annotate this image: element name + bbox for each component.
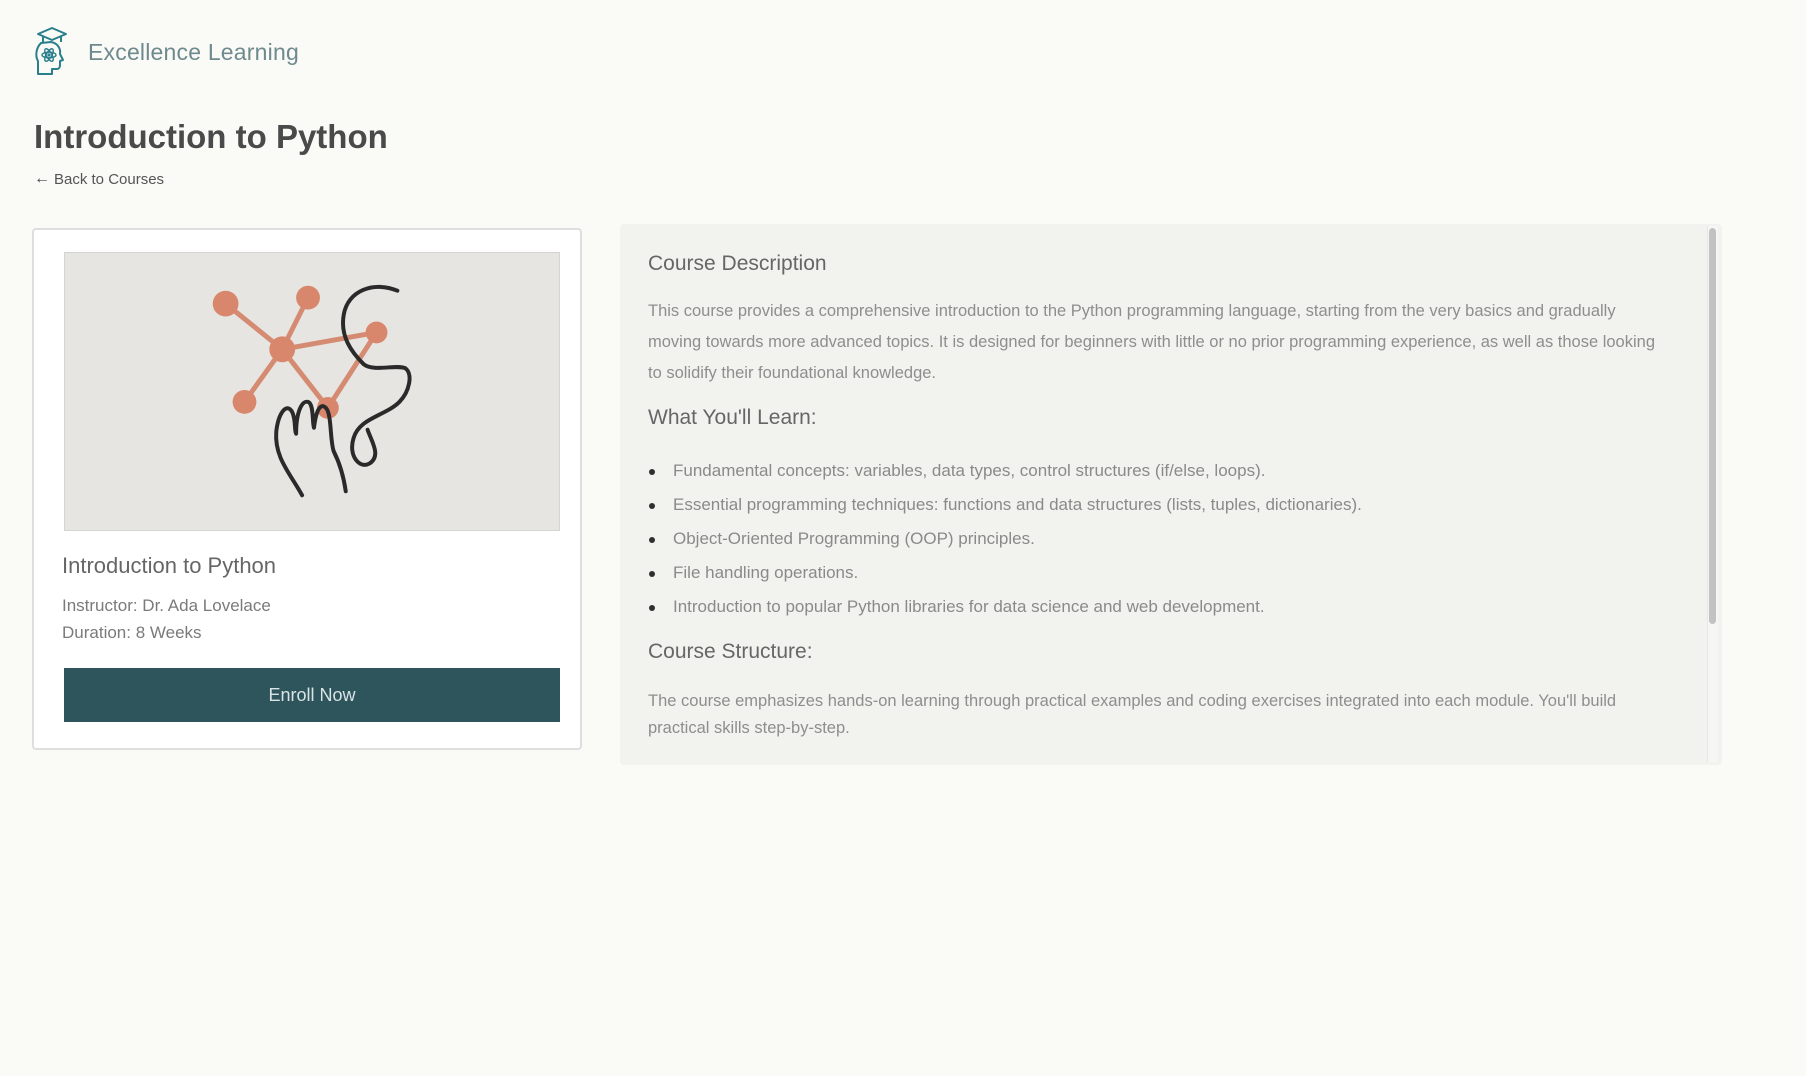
course-duration: Duration: 8 Weeks xyxy=(62,623,202,642)
structure-heading: Course Structure: xyxy=(648,640,813,663)
course-instructor: Instructor: Dr. Ada Lovelace xyxy=(62,596,271,615)
description-heading: Course Description xyxy=(648,252,827,275)
structure-text: The course emphasizes hands-on learning … xyxy=(648,692,1617,737)
page-title: Introduction to Python xyxy=(34,118,388,155)
learn-item: Fundamental concepts: variables, data ty… xyxy=(648,454,1362,488)
brand-name[interactable]: Excellence Learning xyxy=(88,39,299,66)
learn-item: Introduction to popular Python libraries… xyxy=(648,590,1362,624)
course-detail-page: Excellence Learning Introduction to Pyth… xyxy=(0,0,1806,1076)
back-link-label: Back to Courses xyxy=(54,170,165,188)
site-header: Excellence Learning xyxy=(32,26,299,78)
learn-item: Essential programming techniques: functi… xyxy=(648,488,1362,522)
enroll-now-button[interactable]: Enroll Now xyxy=(64,668,560,722)
back-to-courses-link[interactable]: ← Back to Courses xyxy=(34,170,164,188)
learn-item: File handling operations. xyxy=(648,556,1362,590)
molecule-hand-illustration xyxy=(212,285,412,498)
arrow-left-icon: ← xyxy=(34,170,50,187)
graduation-head-atom-icon[interactable] xyxy=(32,26,70,78)
course-card: Introduction to Python Instructor: Dr. A… xyxy=(32,228,582,750)
learn-heading: What You'll Learn: xyxy=(648,406,817,429)
learn-list: Fundamental concepts: variables, data ty… xyxy=(648,454,1362,624)
scrollbar-thumb[interactable] xyxy=(1709,228,1716,624)
course-card-title: Introduction to Python xyxy=(62,553,277,578)
learn-item: Object-Oriented Programming (OOP) princi… xyxy=(648,522,1362,556)
course-description-panel[interactable]: Course Description This course provides … xyxy=(620,224,1722,765)
course-image xyxy=(64,252,560,531)
description-text: This course provides a comprehensive int… xyxy=(648,302,1656,382)
